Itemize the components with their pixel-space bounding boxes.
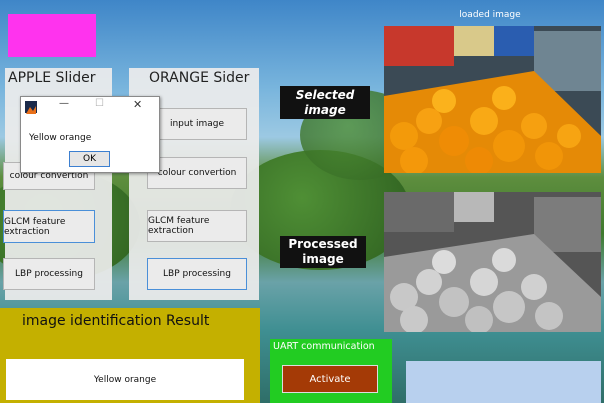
uart-title: UART communication	[273, 341, 375, 352]
minimize-icon[interactable]: —	[59, 98, 69, 109]
message-dialog: — ☐ ✕ Yellow orange OK	[20, 96, 160, 173]
result-value: Yellow orange	[6, 359, 244, 400]
ok-button[interactable]: OK	[69, 151, 110, 167]
apple-panel-title: APPLE Slider	[8, 70, 96, 86]
processed-image-label: Processed image	[280, 236, 366, 268]
processed-image	[384, 192, 601, 332]
light-blue-display	[406, 361, 601, 403]
loaded-image	[384, 26, 601, 173]
apple-glcm-button[interactable]: GLCM feature extraction	[3, 210, 95, 243]
selected-image-label: Selected image	[280, 86, 370, 119]
orange-photo	[384, 26, 601, 173]
orange-panel-title: ORANGE Sider	[149, 70, 250, 86]
orange-colour-convertion-button[interactable]: colour convertion	[147, 157, 247, 189]
activate-button[interactable]: Activate	[282, 365, 378, 393]
magenta-indicator	[8, 14, 96, 57]
grayscale-photo	[384, 192, 601, 332]
input-image-button[interactable]: input image	[147, 108, 247, 140]
loaded-image-title: loaded image	[459, 10, 521, 20]
apple-lbp-button[interactable]: LBP processing	[3, 258, 95, 290]
result-title: image identification Result	[22, 313, 210, 329]
orange-glcm-button[interactable]: GLCM feature extraction	[147, 210, 247, 242]
orange-lbp-button[interactable]: LBP processing	[147, 258, 247, 290]
maximize-icon[interactable]: ☐	[95, 98, 104, 109]
matlab-icon	[25, 101, 37, 114]
dialog-message: Yellow orange	[29, 133, 92, 143]
close-icon[interactable]: ✕	[133, 98, 142, 111]
